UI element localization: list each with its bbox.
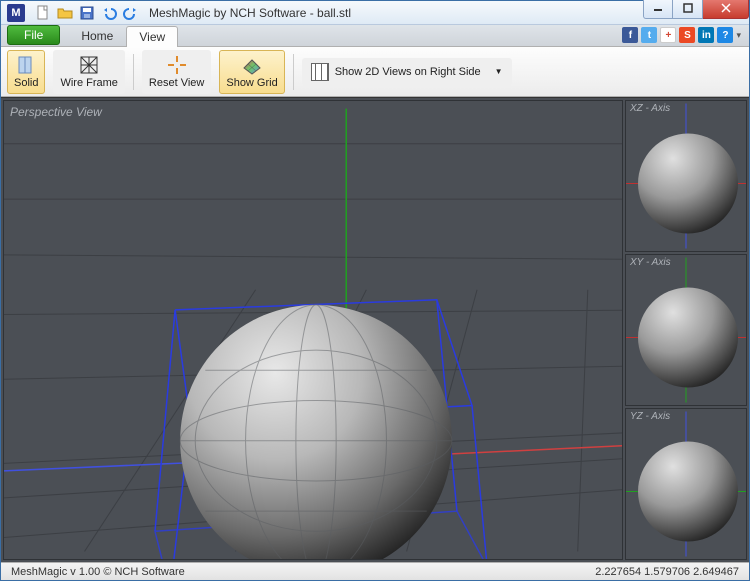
miniview-label: XZ - Axis [630,103,670,114]
minimize-button[interactable] [643,0,673,19]
solid-icon [15,54,37,76]
reset-view-label: Reset View [149,77,204,89]
status-coords: 2.227654 1.579706 2.649467 [595,566,739,578]
maximize-button[interactable] [673,0,703,19]
facebook-icon[interactable]: f [622,27,638,43]
wireframe-button[interactable]: Wire Frame [53,50,124,94]
window-controls [643,0,749,19]
linkedin-icon[interactable]: in [698,27,714,43]
undo-icon[interactable] [101,5,117,21]
tab-strip: File Home View ft+Sin?▾ [1,25,749,47]
new-file-icon[interactable] [35,5,51,21]
side-panel: XZ - Axis XY - Axis YZ - Axis [625,98,749,562]
close-button[interactable] [703,0,749,19]
save-icon[interactable] [79,5,95,21]
reset-view-icon [166,54,188,76]
viewport-label: Perspective View [10,105,102,119]
ribbon: Solid Wire Frame Reset View Show Grid Sh… [1,47,749,97]
miniview-xy-axis[interactable]: XY - Axis [625,254,747,406]
show-2d-label: Show 2D Views on Right Side [335,66,481,78]
social-icons: ft+Sin?▾ [622,27,741,43]
help-dropdown-icon[interactable]: ▾ [736,30,741,41]
tab-view[interactable]: View [126,26,178,47]
show-grid-icon [241,54,263,76]
ribbon-separator [293,54,294,90]
show-2d-views-button[interactable]: Show 2D Views on Right Side ▼ [302,58,512,86]
ribbon-separator [133,54,134,90]
solid-button[interactable]: Solid [7,50,45,94]
title-bar: M MeshMagic by NCH Software - ball.stl [1,1,749,25]
tab-home[interactable]: Home [68,25,126,46]
miniview-label: YZ - Axis [630,411,670,422]
help-icon[interactable]: ? [717,27,733,43]
open-folder-icon[interactable] [57,5,73,21]
quick-access-toolbar [35,5,139,21]
app-icon: M [7,4,25,22]
miniview-yz-axis[interactable]: YZ - Axis [625,408,747,560]
status-bar: MeshMagic v 1.00 © NCH Software 2.227654… [1,562,749,580]
status-product: MeshMagic v 1.00 © NCH Software [11,566,185,578]
google-icon[interactable]: + [660,27,676,43]
workspace: Perspective View [1,97,749,562]
miniview-xz-axis[interactable]: XZ - Axis [625,100,747,252]
file-menu-button[interactable]: File [7,25,60,45]
layout-icon [311,63,329,81]
show-grid-button[interactable]: Show Grid [219,50,284,94]
reset-view-button[interactable]: Reset View [142,50,211,94]
perspective-scene [4,101,622,559]
perspective-viewport[interactable]: Perspective View [3,100,623,560]
show-grid-label: Show Grid [226,77,277,89]
miniview-label: XY - Axis [630,257,671,268]
wireframe-label: Wire Frame [60,77,117,89]
twitter-icon[interactable]: t [641,27,657,43]
wireframe-icon [78,54,100,76]
stumble-icon[interactable]: S [679,27,695,43]
chevron-down-icon: ▼ [495,67,503,76]
window-title: MeshMagic by NCH Software - ball.stl [149,6,351,20]
solid-label: Solid [14,77,38,89]
redo-icon[interactable] [123,5,139,21]
